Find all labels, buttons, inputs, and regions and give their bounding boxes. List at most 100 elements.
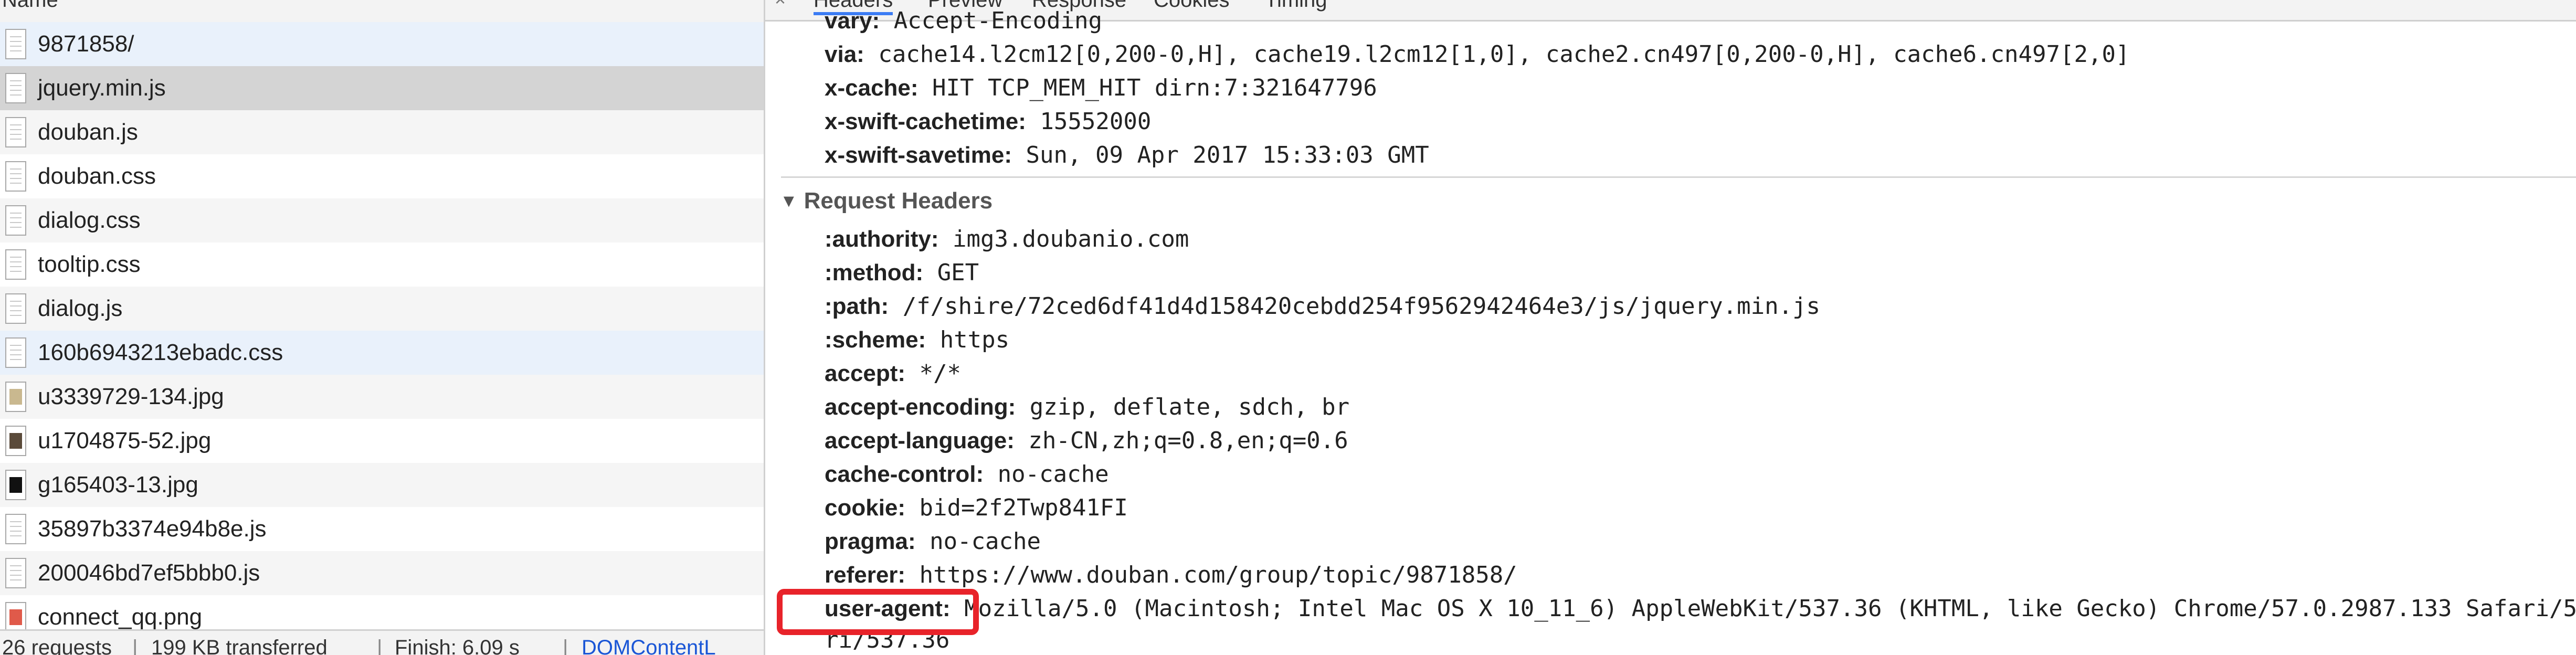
status-bar: 26 requests | 199 KB transferred | Finis…	[0, 629, 764, 655]
request-row[interactable]: u1704875-52.jpg	[0, 419, 764, 463]
request-row[interactable]: dialog.css	[0, 198, 764, 242]
header-value: 15552000	[1040, 108, 1152, 135]
request-header-line: :scheme: https	[825, 326, 1009, 353]
document-file-icon	[5, 205, 26, 236]
request-row[interactable]: u3339729-134.jpg	[0, 375, 764, 419]
request-name: douban.js	[38, 119, 138, 145]
header-key: vary:	[825, 8, 880, 34]
transferred-size: 199 KB transferred	[151, 636, 328, 655]
header-key: x-swift-savetime:	[825, 142, 1012, 168]
tab-cookies[interactable]: Cookies	[1154, 0, 1230, 12]
header-key: cache-control:	[825, 461, 984, 487]
request-name: 160b6943213ebadc.css	[38, 340, 283, 365]
header-value: /f/shire/72ced6df41d4d158420cebdd254f956…	[902, 293, 1821, 320]
header-value: */*	[919, 360, 962, 387]
header-key: cookie:	[825, 495, 906, 521]
header-value: https	[939, 326, 1010, 353]
request-row[interactable]: 9871858/	[0, 22, 764, 66]
header-value: https://www.douban.com/group/topic/98718…	[919, 562, 1517, 588]
header-key: pragma:	[825, 529, 916, 554]
name-column-label: Name	[2, 0, 58, 12]
request-header-line: user-agent: Mozilla/5.0 (Macintosh; Inte…	[825, 595, 2576, 622]
document-file-icon	[5, 337, 26, 368]
image-thumbnail	[9, 433, 22, 449]
response-header-line: x-swift-savetime: Sun, 09 Apr 2017 15:33…	[825, 142, 1429, 168]
request-header-line: accept: */*	[825, 360, 961, 387]
header-key: x-swift-cachetime:	[825, 109, 1026, 134]
request-header-line: :path: /f/shire/72ced6df41d4d158420cebdd…	[825, 293, 1820, 320]
request-header-line: accept-encoding: gzip, deflate, sdch, br	[825, 394, 1349, 420]
header-key: :scheme:	[825, 327, 926, 353]
header-key: accept:	[825, 361, 906, 386]
header-key: accept-language:	[825, 428, 1015, 453]
request-list-panel: Name 9871858/jquery.min.js douban.js douba…	[0, 0, 765, 655]
response-header-line: x-cache: HIT TCP_MEM_HIT dirn:7:32164779…	[825, 75, 1377, 101]
request-name: connect_qq.png	[38, 604, 203, 630]
document-file-icon	[5, 293, 26, 324]
document-file-icon	[5, 161, 26, 192]
request-name: 200046bd7ef5bbb0.js	[38, 560, 260, 586]
header-value: no-cache	[930, 528, 1041, 555]
header-value: bid=2f2Twp841FI	[919, 494, 1128, 521]
close-icon[interactable]: ×	[775, 0, 786, 10]
image-file-icon	[5, 382, 26, 412]
image-file-icon	[5, 470, 26, 500]
request-header-line: :authority: img3.doubanio.com	[825, 226, 1189, 252]
request-header-line: cookie: bid=2f2Twp841FI	[825, 494, 1128, 521]
document-file-icon	[5, 514, 26, 544]
header-key: :authority:	[825, 226, 939, 252]
request-row[interactable]: dialog.js	[0, 287, 764, 331]
section-divider	[781, 176, 2576, 178]
domcontentloaded-time[interactable]: DOMContentL	[582, 636, 716, 655]
header-value: Sun, 09 Apr 2017 15:33:03 GMT	[1026, 142, 1429, 168]
request-name: u3339729-134.jpg	[38, 384, 224, 409]
triangle-down-icon: ▼	[780, 191, 798, 211]
image-file-icon	[5, 602, 26, 632]
document-file-icon	[5, 73, 26, 103]
headers-detail-panel: × Headers Preview Response Cookies Timin…	[765, 0, 2576, 655]
response-header-line: via: cache14.l2cm12[0,200-0,H], cache19.…	[825, 41, 2129, 68]
header-value: gzip, deflate, sdch, br	[1029, 394, 1350, 420]
header-key: x-cache:	[825, 75, 919, 101]
finish-time: Finish: 6.09 s	[395, 636, 520, 655]
header-value: Accept-Encoding	[893, 7, 1103, 34]
request-name: douban.css	[38, 163, 156, 189]
request-row[interactable]: 160b6943213ebadc.css	[0, 331, 764, 375]
request-header-line: cache-control: no-cache	[825, 461, 1109, 488]
footer-separator: |	[563, 636, 568, 655]
request-row[interactable]: tooltip.css	[0, 242, 764, 287]
header-value: no-cache	[997, 461, 1109, 488]
image-thumbnail	[9, 477, 22, 493]
tab-timing[interactable]: Timing	[1265, 0, 1327, 12]
request-name: 9871858/	[38, 31, 134, 57]
request-name: dialog.css	[38, 207, 141, 233]
request-name: tooltip.css	[38, 251, 141, 277]
response-header-line: x-swift-cachetime: 15552000	[825, 108, 1151, 135]
document-file-icon	[5, 117, 26, 147]
user-agent-highlight-box	[777, 589, 979, 635]
image-thumbnail	[9, 389, 22, 405]
name-column-header[interactable]: Name	[0, 0, 764, 24]
request-row[interactable]: douban.css	[0, 154, 764, 198]
request-name: g165403-13.jpg	[38, 472, 198, 498]
request-row[interactable]: 200046bd7ef5bbb0.js	[0, 551, 764, 595]
request-row[interactable]: jquery.min.js	[0, 66, 764, 110]
footer-separator: |	[132, 636, 138, 655]
request-row[interactable]: 35897b3374e94b8e.js	[0, 507, 764, 551]
footer-separator: |	[377, 636, 383, 655]
request-header-line: pragma: no-cache	[825, 528, 1041, 555]
header-value: HIT TCP_MEM_HIT dirn:7:321647796	[932, 75, 1377, 101]
request-row[interactable]: douban.js	[0, 110, 764, 154]
header-value: img3.doubanio.com	[953, 226, 1189, 252]
request-name: dialog.js	[38, 295, 123, 321]
request-headers-title: Request Headers	[804, 188, 993, 214]
image-file-icon	[5, 426, 26, 456]
request-row[interactable]: g165403-13.jpg	[0, 463, 764, 507]
header-value: Mozilla/5.0 (Macintosh; Intel Mac OS X 1…	[964, 595, 2576, 622]
requests-count: 26 requests	[2, 636, 112, 655]
header-value: cache14.l2cm12[0,200-0,H], cache19.l2cm1…	[878, 41, 2130, 68]
request-header-line: referer: https://www.douban.com/group/to…	[825, 562, 1517, 588]
request-header-line: accept-language: zh-CN,zh;q=0.8,en;q=0.6	[825, 427, 1348, 454]
request-headers-toggle[interactable]: ▼ Request Headers	[780, 188, 993, 214]
request-name: u1704875-52.jpg	[38, 428, 212, 453]
